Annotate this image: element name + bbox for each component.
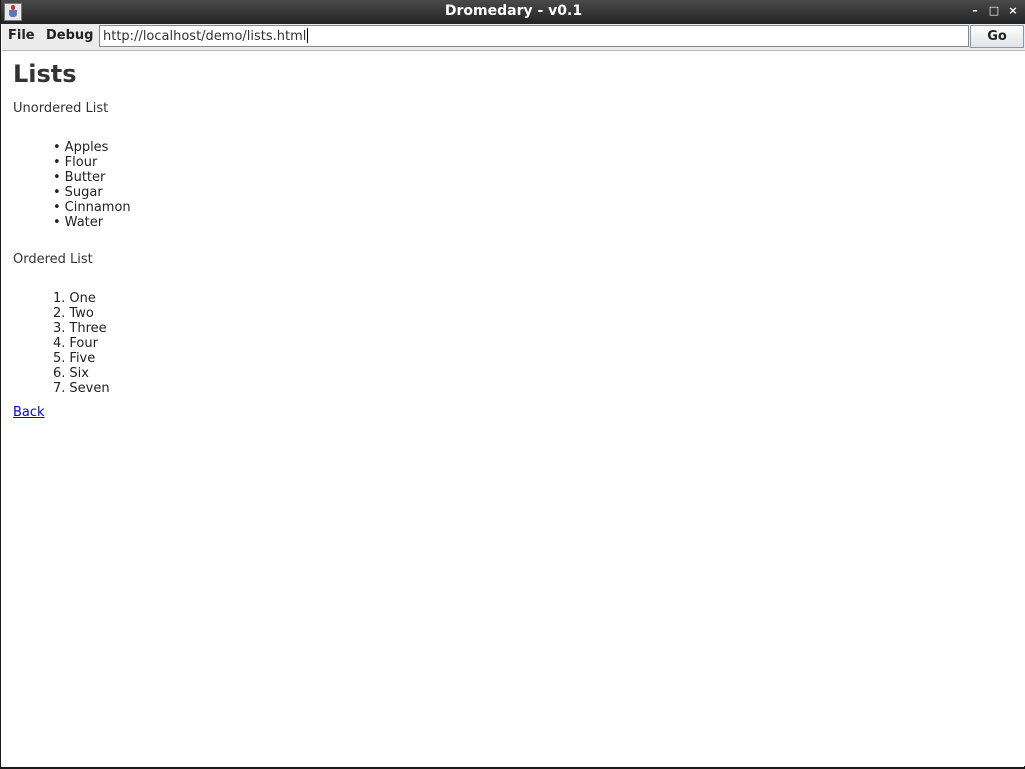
list-item: 2. Two: [53, 306, 110, 321]
list-item-label: One: [69, 291, 96, 306]
list-item-label: Two: [69, 306, 94, 321]
list-item: • Butter: [53, 170, 131, 185]
list-item: 3. Three: [53, 321, 110, 336]
list-item-label: Six: [69, 366, 89, 381]
menu-file[interactable]: File: [8, 28, 35, 43]
menu-debug[interactable]: Debug: [46, 28, 93, 43]
list-item: • Water: [53, 215, 131, 230]
unordered-list: • Apples • Flour • Butter • Sugar • Cinnamon • Wate…: [53, 140, 131, 230]
minimize-icon[interactable]: –: [968, 4, 982, 18]
list-number: 2.: [53, 306, 66, 321]
bullet-icon: •: [53, 140, 61, 155]
list-item: 1. One: [53, 291, 110, 306]
list-number: 3.: [53, 321, 66, 336]
list-number: 4.: [53, 336, 66, 351]
list-item-label: Water: [64, 215, 104, 230]
list-item-label: Four: [69, 336, 98, 351]
toolbar: File Debug http://localhost/demo/lists.h…: [2, 24, 1025, 51]
ordered-list-heading: Ordered List: [13, 252, 93, 267]
url-input[interactable]: http://localhost/demo/lists.html: [99, 25, 969, 47]
list-item: 4. Four: [53, 336, 110, 351]
list-item-label: Apples: [64, 140, 109, 155]
bullet-icon: •: [53, 200, 61, 215]
list-item-label: Cinnamon: [64, 200, 131, 215]
list-item: 6. Six: [53, 366, 110, 381]
url-text: http://localhost/demo/lists.html: [103, 29, 307, 44]
bullet-icon: •: [53, 185, 61, 200]
list-item: • Sugar: [53, 185, 131, 200]
title-bar[interactable]: Dromedary - v0.1 – □ ×: [1, 0, 1025, 24]
bullet-icon: •: [53, 215, 61, 230]
go-button[interactable]: Go: [970, 25, 1024, 48]
ordered-list: 1. One 2. Two 3. Three 4. Four 5. Five 6. Six 7. Seve…: [53, 291, 110, 396]
page-title: Lists: [13, 60, 77, 88]
list-item-label: Three: [69, 321, 107, 336]
close-icon[interactable]: ×: [1006, 4, 1020, 18]
maximize-icon[interactable]: □: [987, 4, 1001, 18]
page-content: Lists Unordered List • Apples • Flour • Butte…: [2, 51, 1025, 766]
bullet-icon: •: [53, 155, 61, 170]
list-item-label: Butter: [64, 170, 106, 185]
list-item-label: Sugar: [64, 185, 103, 200]
list-item: 7. Seven: [53, 381, 110, 396]
list-number: 1.: [53, 291, 66, 306]
list-item: 5. Five: [53, 351, 110, 366]
browser-window: Dromedary - v0.1 – □ × File Debug http:/…: [0, 0, 1025, 769]
unordered-list-heading: Unordered List: [13, 101, 109, 116]
list-number: 6.: [53, 366, 66, 381]
list-item-label: Seven: [69, 381, 110, 396]
window-title: Dromedary - v0.1: [444, 3, 583, 19]
list-item: • Flour: [53, 155, 131, 170]
list-number: 7.: [53, 381, 66, 396]
list-item: • Apples: [53, 140, 131, 155]
list-number: 5.: [53, 351, 66, 366]
text-caret: [307, 28, 309, 43]
back-link[interactable]: Back: [13, 405, 45, 420]
list-item: • Cinnamon: [53, 200, 131, 215]
list-item-label: Five: [69, 351, 96, 366]
bullet-icon: •: [53, 170, 61, 185]
list-item-label: Flour: [64, 155, 98, 170]
